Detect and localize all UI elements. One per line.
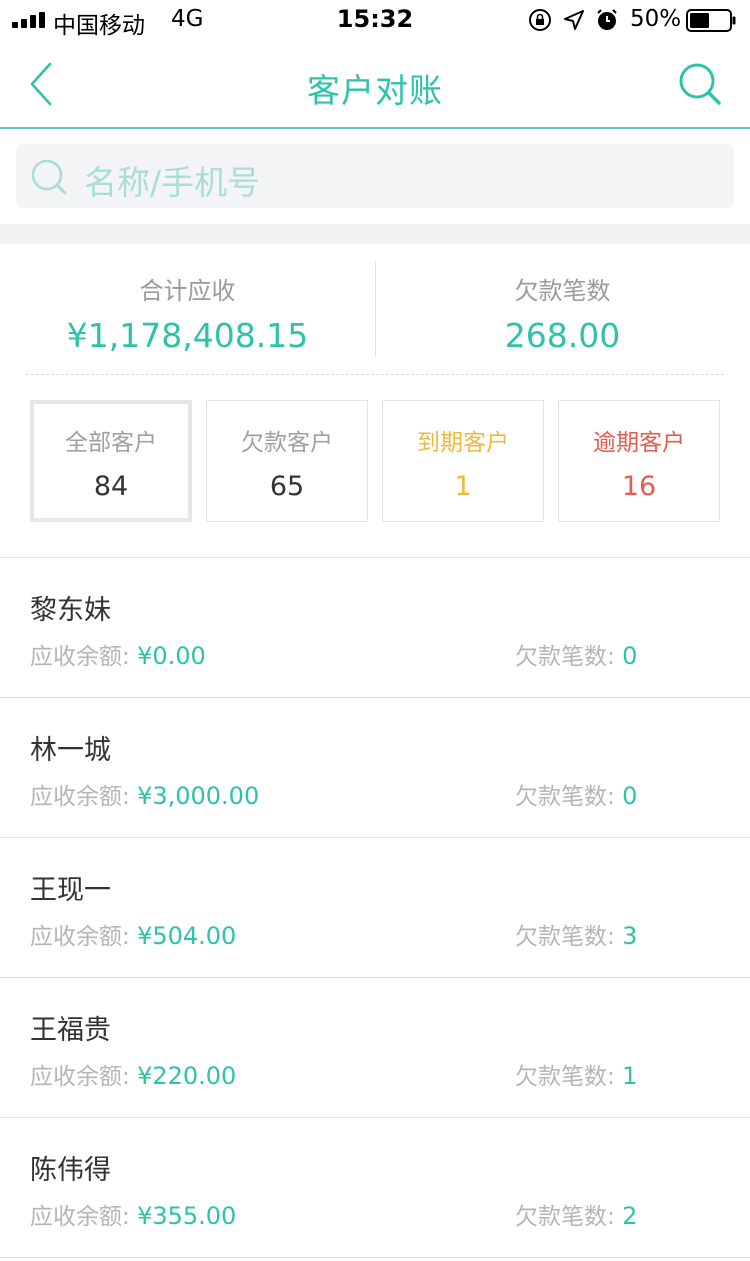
debt-value: 1 [622,1062,638,1090]
balance-value: ¥0.00 [137,642,206,670]
debt-value: 2 [622,1202,638,1230]
balance-label: 应收余额: [30,1064,130,1090]
balance-value: ¥355.00 [137,1202,237,1230]
dashed-divider [26,374,724,375]
filter-count: 16 [621,471,657,502]
balance-field: 应收余额: ¥504.00 [30,917,236,951]
debt-field: 欠款笔数: 0 [515,637,637,671]
debt-label: 欠款笔数: [515,1204,615,1230]
balance-field: 应收余额: ¥355.00 [30,1197,236,1231]
customer-name: 黎东妹 [30,595,111,626]
debt-field: 欠款笔数: 1 [515,1057,637,1091]
balance-field: 应收余额: ¥3,000.00 [30,777,259,811]
balance-field: 应收余额: ¥220.00 [30,1057,236,1091]
debt-count-label: 欠款笔数 [514,277,611,305]
search-input[interactable]: 名称/手机号 [16,144,734,208]
filter-label: 全部客户 [65,430,157,456]
customer-row[interactable]: 陈伟得 应收余额: ¥355.00 欠款笔数: 2 [0,1118,750,1258]
filter-due-customers[interactable]: 到期客户 1 [382,400,544,522]
debt-value: 0 [622,782,638,810]
balance-label: 应收余额: [30,644,130,670]
debt-value: 0 [622,642,638,670]
customer-row[interactable]: 王福贵 应收余额: ¥220.00 欠款笔数: 1 [0,978,750,1118]
total-receivable: 合计应收 ¥1,178,408.15 [0,244,375,355]
total-receivable-label: 合计应收 [139,277,236,305]
battery-percent: 50% [630,6,682,32]
search-icon [31,159,67,195]
page-title: 客户对账 [307,71,443,110]
section-divider [0,224,750,244]
balance-value: ¥220.00 [137,1062,237,1090]
debt-field: 欠款笔数: 0 [515,777,637,811]
filter-all-customers[interactable]: 全部客户 84 [30,400,192,522]
battery-icon [686,9,736,32]
debt-count: 欠款笔数 268.00 [375,244,750,355]
customer-name: 王现一 [30,875,111,906]
debt-field: 欠款笔数: 2 [515,1197,637,1231]
search-placeholder: 名称/手机号 [84,163,261,202]
customer-row[interactable]: 王现一 应收余额: ¥504.00 欠款笔数: 3 [0,838,750,978]
rotation-lock-icon [529,9,551,31]
filter-label: 欠款客户 [241,430,333,456]
filter-debt-customers[interactable]: 欠款客户 65 [206,400,368,522]
status-bar: 中国移动 4G 15:32 50% [0,0,750,40]
balance-field: 应收余额: ¥0.00 [30,637,206,671]
search-icon[interactable] [678,62,722,106]
customer-list: 黎东妹 应收余额: ¥0.00 欠款笔数: 0 林一城 应收余额: ¥3,000… [0,558,750,1258]
debt-label: 欠款笔数: [515,644,615,670]
debt-value: 3 [622,922,638,950]
debt-label: 欠款笔数: [515,784,615,810]
filter-label: 逾期客户 [593,430,685,456]
balance-value: ¥3,000.00 [137,782,260,810]
balance-label: 应收余额: [30,784,130,810]
summary-panel: 合计应收 ¥1,178,408.15 欠款笔数 268.00 [0,244,750,374]
total-receivable-value: ¥1,178,408.15 [66,316,309,355]
location-icon [564,10,584,30]
customer-name: 陈伟得 [30,1155,111,1186]
filter-label: 到期客户 [417,430,509,456]
customer-name: 王福贵 [30,1015,111,1046]
customer-row[interactable]: 黎东妹 应收余额: ¥0.00 欠款笔数: 0 [0,558,750,698]
customer-name: 林一城 [30,735,111,766]
debt-count-value: 268.00 [504,316,621,355]
debt-label: 欠款笔数: [515,924,615,950]
nav-bar: 客户对账 [0,40,750,129]
balance-label: 应收余额: [30,1204,130,1230]
filter-count: 65 [269,471,305,502]
debt-field: 欠款笔数: 3 [515,917,637,951]
debt-label: 欠款笔数: [515,1064,615,1090]
balance-label: 应收余额: [30,924,130,950]
filter-count: 84 [93,471,129,502]
balance-value: ¥504.00 [137,922,237,950]
alarm-icon [597,9,617,30]
customer-row[interactable]: 林一城 应收余额: ¥3,000.00 欠款笔数: 0 [0,698,750,838]
filter-overdue-customers[interactable]: 逾期客户 16 [558,400,720,522]
filter-count: 1 [454,471,472,502]
